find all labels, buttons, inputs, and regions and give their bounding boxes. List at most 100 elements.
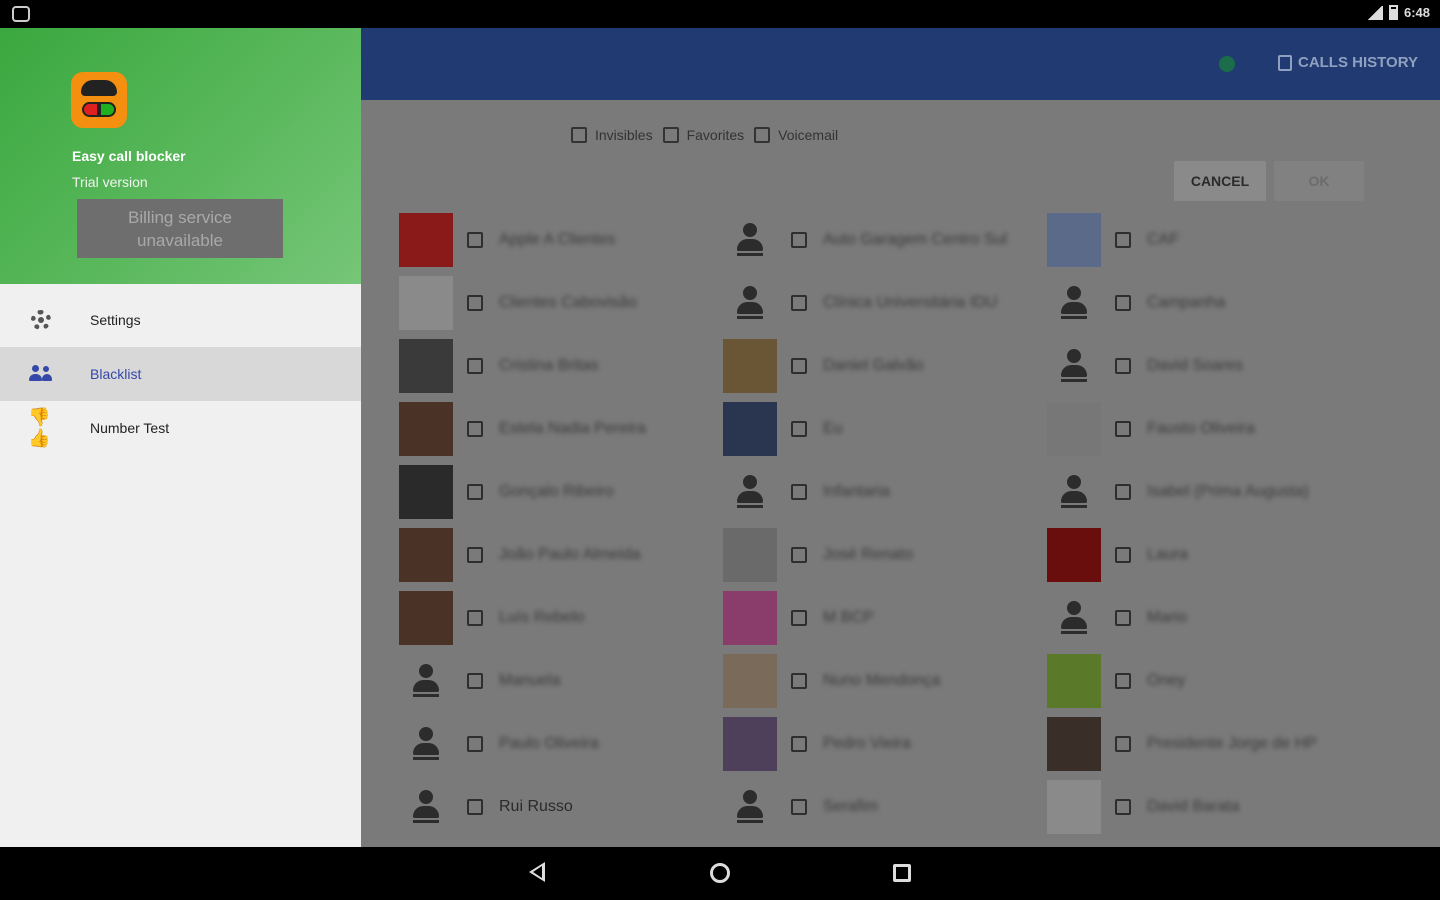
contact-row[interactable]: David Barata — [1047, 779, 1367, 835]
contact-row[interactable]: Rui Russo — [399, 779, 719, 835]
contact-row[interactable]: Infantaria — [723, 464, 1043, 520]
contact-checkbox[interactable] — [467, 799, 483, 815]
nav-item-blacklist[interactable]: Blacklist — [0, 347, 361, 401]
contact-row[interactable]: Manuela — [399, 653, 719, 709]
contact-checkbox[interactable] — [1115, 736, 1131, 752]
contact-name: Serafim — [823, 798, 879, 815]
contact-checkbox[interactable] — [467, 232, 483, 248]
contact-checkbox[interactable] — [1115, 547, 1131, 563]
filter-voicemail[interactable]: Voicemail — [754, 127, 838, 143]
person-icon — [399, 780, 453, 834]
contact-photo — [1047, 402, 1101, 456]
contact-checkbox[interactable] — [467, 358, 483, 374]
contact-row[interactable]: Gonçalo Ribeiro — [399, 464, 719, 520]
contact-photo — [723, 717, 777, 771]
contact-row[interactable]: Nuno Mendonça — [723, 653, 1043, 709]
contact-checkbox[interactable] — [791, 610, 807, 626]
contact-row[interactable]: João Paulo Almeida — [399, 527, 719, 583]
contact-row[interactable]: Presidente Jorge de HP — [1047, 716, 1367, 772]
contact-checkbox[interactable] — [467, 295, 483, 311]
filter-label: Voicemail — [778, 127, 839, 143]
contact-checkbox[interactable] — [1115, 358, 1131, 374]
contact-checkbox[interactable] — [791, 295, 807, 311]
billing-line-2: unavailable — [136, 230, 223, 250]
filter-bar: Invisibles Favorites Voicemail — [571, 127, 838, 143]
contact-row[interactable]: Mario — [1047, 590, 1367, 646]
filter-favorites[interactable]: Favorites — [662, 127, 745, 143]
contact-photo — [399, 591, 453, 645]
ok-button[interactable]: OK — [1274, 161, 1364, 201]
billing-button[interactable]: Billing service unavailable — [77, 199, 283, 258]
contact-checkbox[interactable] — [1115, 232, 1131, 248]
contact-row[interactable]: Isabel (Prima Augusta) — [1047, 464, 1367, 520]
contact-row[interactable]: Paulo Oliveira — [399, 716, 719, 772]
filter-label: Favorites — [686, 127, 745, 143]
contact-row[interactable]: Campanha — [1047, 275, 1367, 331]
contact-row[interactable]: Apple A Clientes — [399, 212, 719, 268]
people-icon — [28, 361, 54, 387]
billing-line-1: Billing service — [128, 207, 232, 227]
contact-checkbox[interactable] — [791, 736, 807, 752]
contact-checkbox[interactable] — [1115, 484, 1131, 500]
contact-row[interactable]: Serafim — [723, 779, 1043, 835]
contact-checkbox[interactable] — [467, 736, 483, 752]
nav-label: Number Test — [90, 420, 170, 436]
contact-row[interactable]: Cristina Britas — [399, 338, 719, 394]
app-toolbar: CALLS HISTORY — [361, 28, 1440, 100]
back-icon[interactable] — [529, 862, 545, 882]
contact-row[interactable]: Oney — [1047, 653, 1367, 709]
contact-name: Manuela — [499, 672, 561, 689]
home-icon[interactable] — [710, 863, 730, 883]
contact-name: Estela Nadia Pereira — [499, 420, 646, 437]
contact-name: Clientes Cabovisão — [499, 294, 637, 311]
checkbox[interactable] — [571, 127, 587, 143]
contact-row[interactable]: David Soares — [1047, 338, 1367, 394]
contact-checkbox[interactable] — [467, 673, 483, 689]
filter-invisibles[interactable]: Invisibles — [571, 127, 653, 143]
contact-checkbox[interactable] — [467, 421, 483, 437]
contact-row[interactable]: Daniel Galvão — [723, 338, 1043, 394]
contact-checkbox[interactable] — [1115, 673, 1131, 689]
navigation-drawer: Easy call blocker Trial version Billing … — [0, 28, 361, 847]
contact-checkbox[interactable] — [791, 232, 807, 248]
contact-row[interactable]: Fausto Oliveira — [1047, 401, 1367, 457]
checkbox[interactable] — [754, 127, 771, 143]
contact-checkbox[interactable] — [467, 547, 483, 563]
contact-checkbox[interactable] — [791, 358, 807, 374]
contact-row[interactable]: Laura — [1047, 527, 1367, 583]
contact-row[interactable]: Clínica Universitária IDU — [723, 275, 1043, 331]
contact-checkbox[interactable] — [791, 547, 807, 563]
contact-checkbox[interactable] — [467, 484, 483, 500]
filter-label: Invisibles — [595, 127, 653, 143]
nav-item-number-test[interactable]: 👎👍 Number Test — [0, 401, 361, 455]
contact-checkbox[interactable] — [1115, 421, 1131, 437]
status-icons: 6:48 — [1366, 5, 1430, 20]
contact-checkbox[interactable] — [1115, 610, 1131, 626]
contact-row[interactable]: M BCP — [723, 590, 1043, 646]
cancel-button[interactable]: CANCEL — [1174, 161, 1266, 201]
contact-row[interactable]: Eu — [723, 401, 1043, 457]
contact-checkbox[interactable] — [467, 610, 483, 626]
calls-history-button[interactable]: CALLS HISTORY — [1277, 54, 1418, 71]
contact-row[interactable]: Estela Nadia Pereira — [399, 401, 719, 457]
thumbs-icon: 👎👍 — [28, 407, 50, 448]
contact-name: Cristina Britas — [499, 357, 599, 374]
contact-row[interactable]: José Renato — [723, 527, 1043, 583]
contact-row[interactable]: Clientes Cabovisão — [399, 275, 719, 331]
contact-checkbox[interactable] — [791, 799, 807, 815]
contact-row[interactable]: Auto Garagem Centro Sul — [723, 212, 1043, 268]
checkbox[interactable] — [662, 127, 679, 143]
contact-row[interactable]: Luís Rebelo — [399, 590, 719, 646]
contact-name: Presidente Jorge de HP — [1147, 735, 1317, 752]
nav-item-settings[interactable]: Settings — [0, 293, 361, 347]
contact-checkbox[interactable] — [1115, 799, 1131, 815]
contact-row[interactable]: Pedro Vieira — [723, 716, 1043, 772]
contact-row[interactable]: CAF — [1047, 212, 1367, 268]
contact-checkbox[interactable] — [1115, 295, 1131, 311]
contact-checkbox[interactable] — [791, 673, 807, 689]
contact-photo — [723, 402, 777, 456]
status-toggle[interactable] — [1219, 56, 1235, 72]
recents-icon[interactable] — [893, 864, 911, 882]
contact-checkbox[interactable] — [791, 421, 807, 437]
contact-checkbox[interactable] — [791, 484, 807, 500]
